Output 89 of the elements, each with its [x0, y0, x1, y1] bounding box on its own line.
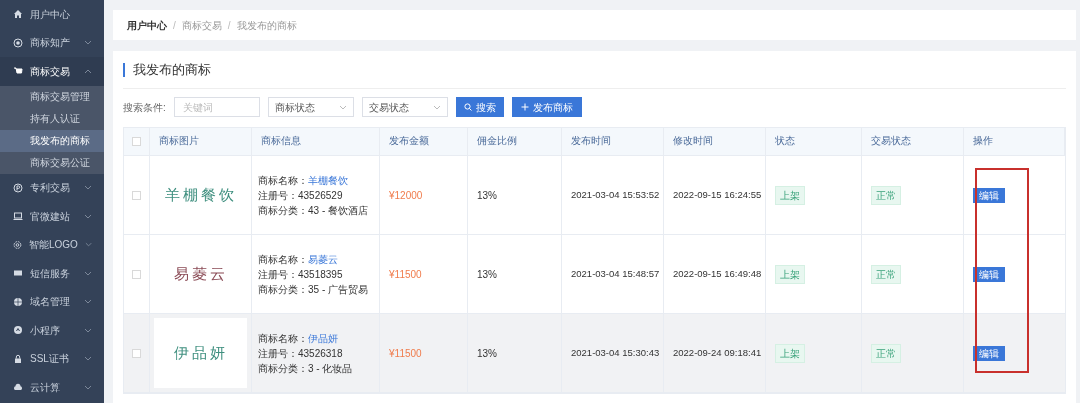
- dropdown-caret-icon: [338, 104, 347, 110]
- status-tag: 上架: [775, 264, 805, 284]
- sidebar-item[interactable]: 云计算: [0, 373, 104, 402]
- sidebar-item[interactable]: 专利交易: [0, 173, 104, 202]
- sidebar-item[interactable]: 智能LOGO: [0, 230, 104, 259]
- trademark-name-link[interactable]: 羊棚餐饮: [308, 174, 348, 186]
- registration-number: 注册号：43526529: [258, 188, 344, 203]
- breadcrumb-separator: /: [173, 18, 176, 33]
- sidebar-item[interactable]: 商标知产: [0, 28, 104, 57]
- publish-button[interactable]: 发布商标: [511, 97, 582, 117]
- column-header: 修改时间: [673, 134, 713, 149]
- sidebar-item[interactable]: 短信服务: [0, 259, 104, 288]
- breadcrumb-link[interactable]: 用户中心: [127, 17, 167, 33]
- cloud-icon: [13, 382, 23, 393]
- column-header: 商标信息: [261, 134, 301, 149]
- modify-time: 2022-09-15 16:24:55: [673, 187, 762, 202]
- status-tag: 上架: [775, 343, 805, 363]
- publish-time: 2021-03-04 15:53:52: [571, 187, 660, 202]
- trademark-category: 商标分类：43 - 餐饮酒店: [258, 203, 369, 218]
- publish-time: 2021-03-04 15:48:57: [571, 266, 660, 281]
- price-text: ¥11500: [389, 346, 422, 361]
- plus-icon: [520, 103, 529, 111]
- status-tag: 上架: [775, 185, 805, 205]
- row-checkbox[interactable]: [132, 190, 141, 200]
- column-header: 商标图片: [159, 134, 199, 149]
- monitor-icon: [13, 211, 23, 222]
- lock-icon: [13, 353, 23, 364]
- price-text: ¥12000: [389, 188, 423, 203]
- trademark-logo-text: 易菱云: [173, 263, 228, 285]
- message-icon: [13, 268, 23, 279]
- column-header: 状态: [775, 134, 795, 149]
- keyword-field[interactable]: 关键词: [173, 97, 260, 117]
- globe-icon: [13, 296, 23, 307]
- edit-button[interactable]: 编辑: [973, 266, 1005, 282]
- home-icon: [13, 9, 23, 20]
- dropdown-caret-icon: [432, 104, 441, 110]
- app-icon: [13, 325, 23, 336]
- patent-icon: [13, 182, 23, 193]
- filter-label: 搜索条件:: [123, 100, 166, 115]
- sidebar-subitem[interactable]: 商标交易公证: [0, 151, 104, 174]
- trade-status-tag: 正常: [871, 343, 901, 363]
- trademark-category: 商标分类：3 - 化妆品: [258, 361, 354, 376]
- column-header: 佣金比例: [477, 134, 517, 149]
- row-checkbox[interactable]: [132, 269, 141, 279]
- trade-status-tag: 正常: [871, 264, 901, 284]
- sidebar-subitem[interactable]: 持有人认证: [0, 107, 104, 130]
- trade-status-tag: 正常: [871, 185, 901, 205]
- column-header: 发布时间: [571, 134, 611, 149]
- edit-button[interactable]: 编辑: [973, 345, 1005, 361]
- publish-time: 2021-03-04 15:30:43: [571, 345, 660, 360]
- edit-button[interactable]: 编辑: [973, 187, 1005, 203]
- commission-text: 13%: [477, 267, 497, 282]
- sidebar-item[interactable]: 域名管理: [0, 287, 104, 316]
- field-label: 商标名称：: [258, 253, 308, 265]
- search-icon: [463, 103, 472, 111]
- cart-icon: [13, 66, 23, 77]
- select-all-checkbox[interactable]: [132, 137, 141, 146]
- commission-text: 13%: [477, 346, 497, 361]
- trademark-logo-text: 羊棚餐饮: [164, 184, 237, 206]
- trademark-name-link[interactable]: 易菱云: [308, 253, 338, 265]
- field-label: 商标名称：: [258, 332, 308, 344]
- registration-number: 注册号：43526318: [258, 346, 344, 361]
- status-dropdown[interactable]: 商标状态: [267, 97, 354, 117]
- trademark-category: 商标分类：35 - 广告贸易: [258, 282, 369, 297]
- page-title: 我发布的商标: [133, 60, 211, 79]
- column-header: 操作: [973, 134, 993, 149]
- gear-icon: [13, 239, 22, 250]
- row-checkbox[interactable]: [132, 348, 141, 358]
- registered-icon: [13, 37, 23, 48]
- sidebar-item[interactable]: 小程序: [0, 316, 104, 345]
- trademark-logo-text: 伊品妍: [173, 342, 228, 364]
- commission-text: 13%: [477, 188, 497, 203]
- trademark-name-link[interactable]: 伊品妍: [308, 332, 338, 344]
- status-dropdown[interactable]: 交易状态: [361, 97, 448, 117]
- sidebar-item[interactable]: 官微建站: [0, 202, 104, 231]
- sidebar-item[interactable]: SSL证书: [0, 344, 104, 373]
- modify-time: 2022-09-15 16:49:48: [673, 266, 762, 281]
- column-header: 发布金额: [389, 134, 429, 149]
- field-label: 商标名称：: [258, 174, 308, 186]
- sidebar-item[interactable]: 用户中心: [0, 0, 104, 29]
- registration-number: 注册号：43518395: [258, 267, 344, 282]
- title-accent-bar: [123, 62, 125, 77]
- modify-time: 2022-09-24 09:18:41: [673, 345, 762, 360]
- search-button[interactable]: 搜索: [455, 97, 504, 117]
- price-text: ¥11500: [389, 267, 422, 282]
- column-header: 交易状态: [871, 134, 911, 149]
- breadcrumb-separator: /: [227, 18, 231, 33]
- sidebar-subitem[interactable]: 商标交易管理: [0, 85, 104, 108]
- sidebar-subitem[interactable]: 我发布的商标: [0, 129, 104, 152]
